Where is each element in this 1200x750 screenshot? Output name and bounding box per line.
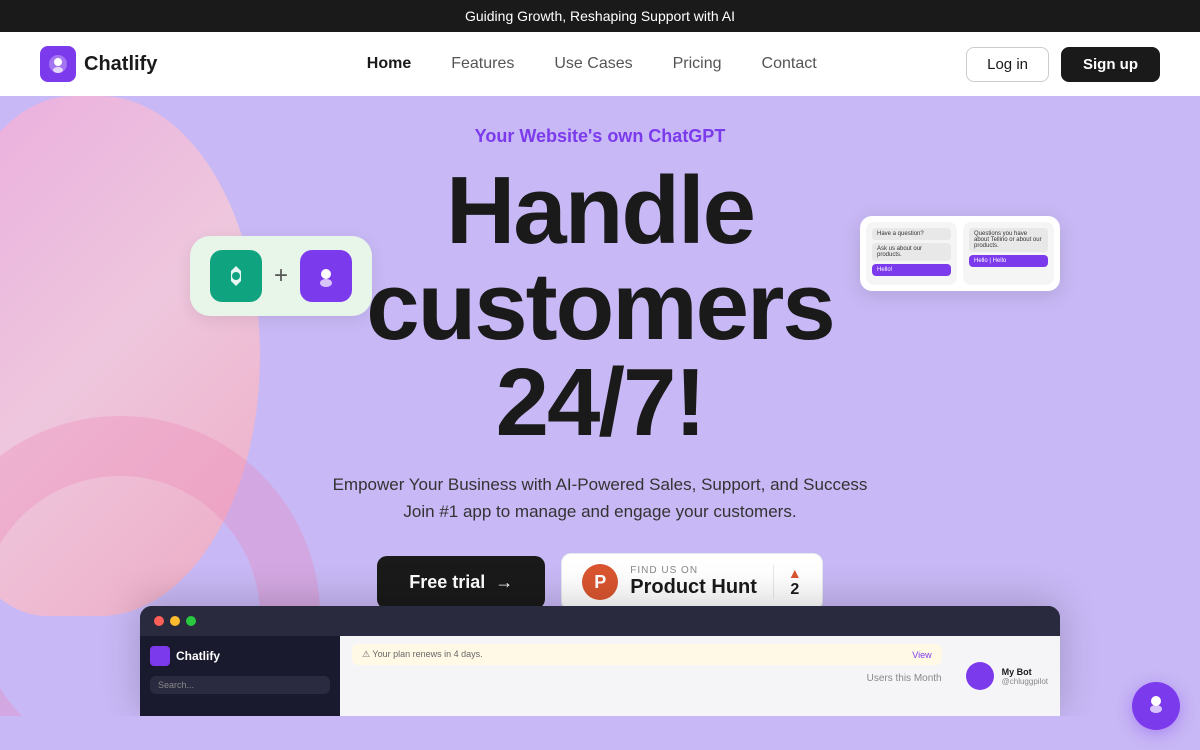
nav-actions: Log in Sign up: [966, 47, 1160, 82]
login-button[interactable]: Log in: [966, 47, 1049, 82]
chatlify-icon: [300, 250, 352, 302]
integration-badge: +: [190, 236, 372, 316]
navbar: Chatlify Home Features Use Cases Pricing…: [0, 32, 1200, 96]
banner-text: Guiding Growth, Reshaping Support with A…: [465, 8, 735, 24]
nav-contact[interactable]: Contact: [762, 55, 817, 73]
hero-actions: Free trial → P FIND US ON Product Hunt ▲…: [377, 553, 823, 611]
nav-home[interactable]: Home: [367, 55, 411, 73]
nav-pricing[interactable]: Pricing: [673, 55, 722, 73]
chat-panel-left: Have a question? Ask us about our produc…: [866, 222, 957, 285]
dashboard-logo: Chatlify: [150, 646, 330, 666]
hero-subtitle: Your Website's own ChatGPT: [475, 126, 726, 147]
product-hunt-icon: P: [582, 564, 618, 600]
dashboard-user: My Bot @chluggpilot: [954, 636, 1060, 716]
titlebar-dot-red: [154, 616, 164, 626]
chat-widget-button[interactable]: [1132, 682, 1180, 730]
product-hunt-button[interactable]: P FIND US ON Product Hunt ▲ 2: [561, 553, 823, 611]
ph-score-number: 2: [790, 581, 799, 599]
ph-find-label: FIND US ON: [630, 565, 757, 576]
hero-desc-line2: Join #1 app to manage and engage your cu…: [333, 498, 868, 525]
trial-label: Free trial: [409, 572, 485, 593]
dashboard-alert-action[interactable]: View: [912, 650, 931, 660]
bot-name: My Bot: [1002, 667, 1048, 677]
chat-bubble-3: Hello!: [872, 264, 951, 276]
dashboard-content: Chatlify Search... ⚠ Your plan renews in…: [140, 636, 1060, 716]
signup-button[interactable]: Sign up: [1061, 47, 1160, 82]
nav-features[interactable]: Features: [451, 55, 514, 73]
logo-text: Chatlify: [84, 53, 157, 76]
openai-icon: [210, 250, 262, 302]
dashboard-logo-icon: [150, 646, 170, 666]
trial-arrow: →: [495, 572, 513, 593]
hero-title-line2: customers: [366, 259, 834, 355]
product-hunt-score: ▲ 2: [773, 565, 802, 599]
dashboard-titlebar: [140, 606, 1060, 636]
nav-use-cases[interactable]: Use Cases: [554, 55, 632, 73]
dashboard-sidebar: Chatlify Search...: [140, 636, 340, 716]
hero-section: + Have a question? Ask us about our prod…: [0, 96, 1200, 716]
hero-title: Handle customers 24/7!: [366, 163, 834, 451]
nav-links: Home Features Use Cases Pricing Contact: [217, 55, 966, 73]
hero-title-line1: Handle: [366, 163, 834, 259]
chat-bubble-5: Hello | Hello: [969, 255, 1048, 267]
dashboard-preview: Chatlify Search... ⚠ Your plan renews in…: [140, 606, 1060, 716]
dashboard-user-info: My Bot @chluggpilot: [1002, 667, 1048, 686]
hero-description: Empower Your Business with AI-Powered Sa…: [333, 471, 868, 525]
announcement-banner: Guiding Growth, Reshaping Support with A…: [0, 0, 1200, 32]
dashboard-avatar: [966, 662, 994, 690]
chat-panel-right: Questions you have about Tellino or abou…: [963, 222, 1054, 285]
chat-preview: Have a question? Ask us about our produc…: [860, 216, 1060, 291]
titlebar-dot-green: [186, 616, 196, 626]
hero-desc-line1: Empower Your Business with AI-Powered Sa…: [333, 471, 868, 498]
dashboard-logo-text: Chatlify: [176, 649, 220, 663]
dashboard-alert: ⚠ Your plan renews in 4 days. View: [352, 644, 942, 665]
free-trial-button[interactable]: Free trial →: [377, 556, 545, 609]
chat-bubble-1: Have a question?: [872, 228, 951, 240]
bot-handle: @chluggpilot: [1002, 677, 1048, 686]
ph-upvote-arrow: ▲: [788, 565, 802, 581]
ph-name-label: Product Hunt: [630, 576, 757, 599]
chat-bubble-4: Questions you have about Tellino or abou…: [969, 228, 1048, 252]
titlebar-dot-yellow: [170, 616, 180, 626]
product-hunt-text: FIND US ON Product Hunt: [630, 565, 757, 599]
dashboard-search[interactable]: Search...: [150, 676, 330, 694]
plus-icon: +: [274, 262, 288, 290]
hero-title-line3: 24/7!: [366, 355, 834, 451]
chat-bubble-2: Ask us about our products.: [872, 243, 951, 261]
logo-icon: [40, 46, 76, 82]
chat-widget-icon: [1144, 691, 1168, 721]
dashboard-alert-text: ⚠ Your plan renews in 4 days.: [362, 649, 483, 660]
dashboard-stats-label: Users this Month: [352, 673, 942, 684]
dashboard-main: ⚠ Your plan renews in 4 days. View Users…: [340, 636, 954, 716]
logo-link[interactable]: Chatlify: [40, 46, 157, 82]
